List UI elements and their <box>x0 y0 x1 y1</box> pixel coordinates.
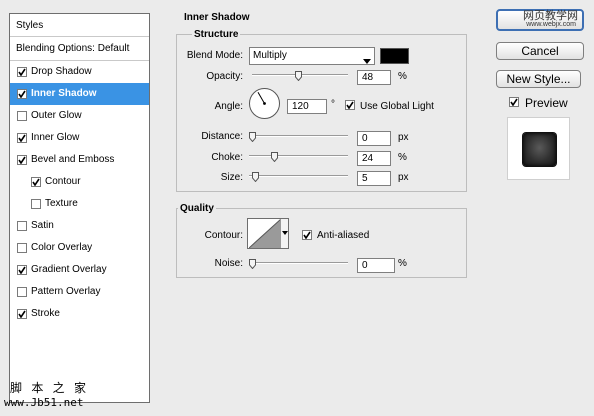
slider-thumb[interactable] <box>249 259 256 270</box>
size-slider[interactable] <box>249 171 348 183</box>
choke-slider[interactable] <box>249 151 348 163</box>
style-item-stroke[interactable]: Stroke <box>10 303 149 325</box>
noise-unit: % <box>398 258 407 269</box>
angle-dial[interactable] <box>248 87 281 120</box>
style-item-checkbox[interactable] <box>17 111 27 121</box>
style-item-label: Inner Glow <box>31 132 80 143</box>
style-item-gradient-overlay[interactable]: Gradient Overlay <box>10 259 149 281</box>
size-label: Size: <box>220 172 243 183</box>
style-item-checkbox[interactable] <box>17 155 27 165</box>
preview-checkbox[interactable] <box>509 97 519 110</box>
style-item-checkbox[interactable] <box>31 199 41 209</box>
style-item-checkbox[interactable] <box>17 89 27 99</box>
style-item-satin[interactable]: Satin <box>10 215 149 237</box>
blending-options-item[interactable]: Blending Options: Default <box>10 37 149 61</box>
style-item-checkbox[interactable] <box>17 287 27 297</box>
watermark-line2: www.Jb51.net <box>4 396 84 409</box>
noise-input[interactable]: 0 <box>357 258 395 273</box>
noise-label: Noise: <box>214 258 243 269</box>
style-item-label: Pattern Overlay <box>31 286 101 297</box>
style-item-label: Outer Glow <box>31 110 82 121</box>
use-global-light-label: Use Global Light <box>360 101 434 112</box>
inner-shadow-title: Inner Shadow <box>184 12 250 23</box>
cancel-button[interactable]: Cancel <box>496 42 584 60</box>
style-item-checkbox[interactable] <box>17 265 27 275</box>
structure-title: Structure <box>192 29 241 40</box>
slider-thumb[interactable] <box>271 152 278 163</box>
contour-picker[interactable] <box>247 218 289 249</box>
style-item-label: Drop Shadow <box>31 66 92 77</box>
contour-label: Contour: <box>204 230 243 241</box>
choke-input[interactable]: 24 <box>357 151 391 166</box>
blend-mode-value: Multiply <box>253 50 287 61</box>
size-input[interactable]: 5 <box>357 171 391 186</box>
style-item-drop-shadow[interactable]: Drop Shadow <box>10 61 149 83</box>
new-style-button[interactable]: New Style... <box>496 70 581 88</box>
preview-swatch <box>523 133 556 166</box>
ok-watermark-text: 网页教学网 <box>523 10 578 22</box>
style-item-color-overlay[interactable]: Color Overlay <box>10 237 149 259</box>
angle-label: Angle: <box>214 101 243 112</box>
ok-button[interactable]: 网页教学网 www.webjx.com <box>496 9 584 31</box>
style-item-contour[interactable]: Contour <box>10 171 149 193</box>
shadow-color-swatch[interactable] <box>380 48 409 64</box>
style-item-checkbox[interactable] <box>17 133 27 143</box>
slider-thumb[interactable] <box>252 172 259 183</box>
blend-mode-select[interactable]: Multiply <box>249 47 375 65</box>
choke-unit: % <box>398 152 407 163</box>
style-preview <box>507 117 570 180</box>
chevron-down-icon <box>363 54 371 70</box>
opacity-unit: % <box>398 71 407 82</box>
style-item-pattern-overlay[interactable]: Pattern Overlay <box>10 281 149 303</box>
style-item-label: Color Overlay <box>31 242 93 253</box>
distance-slider[interactable] <box>249 131 348 143</box>
noise-slider[interactable] <box>249 258 348 270</box>
angle-unit: ° <box>331 99 335 110</box>
style-item-checkbox[interactable] <box>31 177 41 187</box>
blend-mode-label: Blend Mode: <box>186 50 243 61</box>
opacity-slider[interactable] <box>252 70 348 82</box>
style-item-label: Bevel and Emboss <box>31 154 115 165</box>
style-item-label: Stroke <box>31 308 60 319</box>
style-item-checkbox[interactable] <box>17 67 27 77</box>
style-item-label: Texture <box>45 198 78 209</box>
style-item-label: Contour <box>45 176 81 187</box>
style-item-checkbox[interactable] <box>17 243 27 253</box>
styles-list: Styles Blending Options: Default Drop Sh… <box>9 13 150 403</box>
angle-input[interactable]: 120 <box>287 99 327 114</box>
slider-thumb[interactable] <box>295 71 302 82</box>
style-item-inner-glow[interactable]: Inner Glow <box>10 127 149 149</box>
style-item-checkbox[interactable] <box>17 309 27 319</box>
anti-aliased-checkbox[interactable] <box>302 230 312 243</box>
styles-header[interactable]: Styles <box>10 14 149 37</box>
style-item-label: Satin <box>31 220 54 231</box>
choke-label: Choke: <box>211 152 243 163</box>
ok-watermark-url: www.webjx.com <box>526 21 576 28</box>
opacity-input[interactable]: 48 <box>357 70 391 85</box>
style-item-checkbox[interactable] <box>17 221 27 231</box>
use-global-light-checkbox[interactable] <box>345 100 355 113</box>
distance-input[interactable]: 0 <box>357 131 391 146</box>
preview-label: Preview <box>525 96 568 110</box>
quality-title: Quality <box>178 203 216 214</box>
style-item-bevel-and-emboss[interactable]: Bevel and Emboss <box>10 149 149 171</box>
blending-options-label: Blending Options: Default <box>16 43 130 54</box>
watermark-line1: 脚 本 之 家 <box>10 381 90 395</box>
style-item-texture[interactable]: Texture <box>10 193 149 215</box>
style-item-outer-glow[interactable]: Outer Glow <box>10 105 149 127</box>
size-unit: px <box>398 172 409 183</box>
opacity-label: Opacity: <box>206 71 243 82</box>
distance-label: Distance: <box>201 131 243 142</box>
style-item-label: Gradient Overlay <box>31 264 107 275</box>
contour-dropdown-button[interactable] <box>280 219 288 248</box>
distance-unit: px <box>398 132 409 143</box>
contour-preview-icon <box>249 219 281 248</box>
style-item-label: Inner Shadow <box>31 88 97 99</box>
style-item-inner-shadow[interactable]: Inner Shadow <box>10 83 149 105</box>
anti-aliased-label: Anti-aliased <box>317 230 370 241</box>
slider-thumb[interactable] <box>249 132 256 143</box>
